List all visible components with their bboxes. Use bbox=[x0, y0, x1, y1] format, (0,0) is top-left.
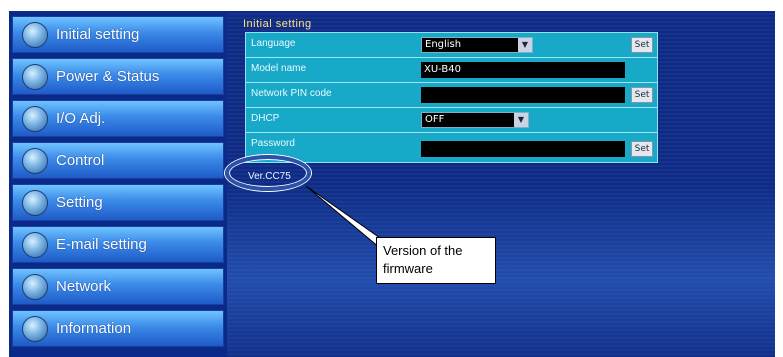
callout-pointer-shape bbox=[305, 185, 381, 250]
callout-pointer bbox=[305, 185, 381, 250]
callout-box: Version of the firmware bbox=[376, 237, 496, 284]
callout-text: Version of the firmware bbox=[383, 243, 463, 276]
